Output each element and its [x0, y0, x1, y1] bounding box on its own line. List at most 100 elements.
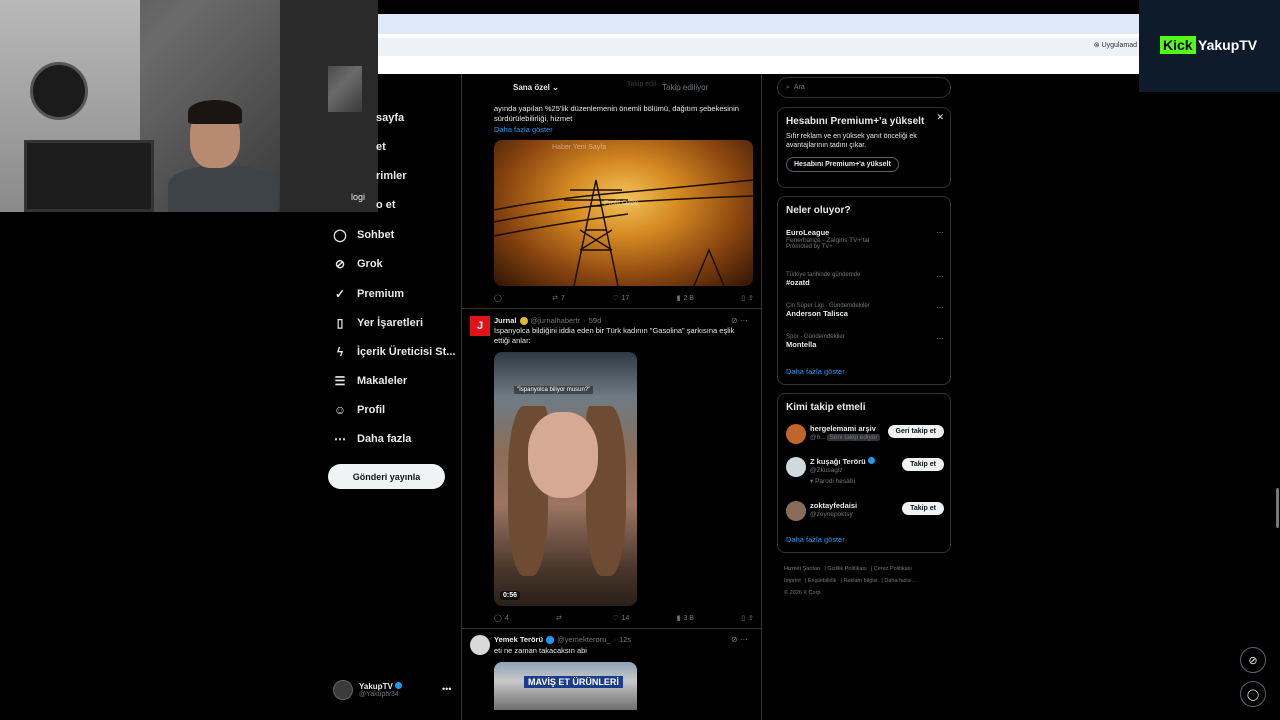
views-button[interactable]: ▮ 2 B	[677, 292, 694, 304]
scrollbar[interactable]	[1276, 488, 1279, 528]
tweet3-header: Yemek Terörü @yemekteroru_ · 12s	[494, 635, 631, 644]
jurnal-avatar[interactable]: J	[470, 316, 490, 336]
tweet3-handle[interactable]: @yemekteroru_	[557, 635, 610, 644]
follow-button[interactable]: Takip et	[902, 502, 944, 515]
trend-item[interactable]: Türkiye tarihinde gündemde #ozatd ⋯	[786, 272, 944, 287]
tweet2-time: 59d	[588, 316, 602, 325]
tab-following[interactable]: Takip ediliyor	[662, 83, 708, 92]
account-switcher[interactable]: YakupTV @Yakuptv34	[333, 680, 403, 700]
search-input[interactable]: Ara	[794, 84, 805, 91]
apps-bookmark[interactable]: Uygulamad	[1094, 41, 1137, 49]
nav-profile[interactable]: ☺ Profil	[333, 403, 385, 417]
messages-fab-icon[interactable]: ◯	[1240, 681, 1266, 707]
retweet-button[interactable]: ⇄ 7	[552, 292, 565, 304]
bookmark-button[interactable]: ▯ ⇪	[741, 612, 754, 624]
like-button[interactable]: ♡ 17	[612, 292, 629, 304]
follow-button[interactable]: Takip et	[902, 458, 944, 471]
nav-explore[interactable]: et	[376, 141, 386, 153]
premium-upgrade-button[interactable]: Hesabını Premium+'a yükselt	[786, 157, 899, 172]
tweet1-show-more[interactable]: Daha fazla göster	[494, 125, 553, 134]
tweet2-handle[interactable]: @jurnalhabertr	[531, 316, 581, 325]
tweet3-more-icon[interactable]: ⊘ ⋯	[731, 635, 748, 644]
tweet-divider	[462, 628, 761, 629]
trend-more-icon[interactable]: ⋯	[936, 272, 944, 281]
post-button[interactable]: Gönderi yayınla	[328, 464, 445, 489]
retweet-count: 7	[561, 294, 565, 302]
tweet2-author[interactable]: Jurnal	[494, 316, 517, 325]
tweet1-image[interactable]: Haber Yeni Sayfa Profil Özeti	[494, 140, 753, 286]
nav-creator-studio[interactable]: ϟ İçerik Üreticisi St...	[333, 345, 456, 359]
nav-more[interactable]: ⋯ Daha fazla	[333, 432, 411, 446]
trends-show-more[interactable]: Daha fazla göster	[786, 367, 845, 376]
yemek-terorus-avatar[interactable]	[470, 635, 490, 655]
nav-grok-label: Grok	[357, 258, 383, 270]
nav-bookmarks[interactable]: ▯ Yer İşaretleri	[333, 316, 423, 330]
nav-articles[interactable]: ☰ Makaleler	[333, 374, 408, 388]
premium-title: Hesabını Premium+'a yükselt	[786, 116, 925, 127]
chat-icon: ◯	[333, 228, 347, 242]
retweet-button[interactable]: ⇄	[556, 612, 565, 624]
tweet3-image[interactable]: MAVİŞ ET ÜRÜNLERİ	[494, 662, 637, 710]
views-button[interactable]: ▮ 3 B	[677, 612, 694, 624]
nav-grok[interactable]: ⊘ Grok	[333, 257, 383, 271]
share-icon[interactable]: ⇪	[748, 614, 754, 622]
follow-suggestion[interactable]: hergelemami arşiv @h... Seni takip ediyo…	[786, 424, 944, 446]
footer-link[interactable]: Çerez Politikası	[874, 566, 912, 572]
follows-you-badge: Seni takip ediyor	[827, 434, 880, 441]
grok-fab-icon[interactable]: ⊘	[1240, 647, 1266, 673]
nav-bookmarks-label: Yer İşaretleri	[357, 317, 424, 329]
nav-notifications[interactable]: rimler	[376, 170, 407, 182]
nav-premium[interactable]: ✓ Premium	[333, 287, 404, 301]
tab-for-you[interactable]: Sana özel ⌄	[513, 83, 559, 92]
trend-more-icon[interactable]: ⋯	[936, 334, 944, 343]
search-bar[interactable]: ⌕ Ara	[777, 77, 951, 98]
bookmark-icon: ▯	[741, 295, 746, 302]
follow-show-more[interactable]: Daha fazla göster	[786, 535, 845, 544]
footer-link[interactable]: Gizlilik Politikası	[827, 566, 866, 572]
search-icon: ⌕	[786, 83, 790, 91]
view-count: 3 B	[683, 614, 694, 622]
profile-handle: @Yakuptv34	[359, 691, 399, 698]
follow-suggestion[interactable]: zoktayfedaisi @zeynepoktsy Takip et	[786, 501, 944, 523]
views-icon: ▮	[676, 295, 681, 302]
follow-name-text: Z kuşağı Terörü	[810, 457, 866, 466]
trends-title: Neler oluyor?	[786, 205, 851, 216]
footer-link[interactable]: Hizmet Şartları	[784, 566, 820, 572]
reply-icon: ◯	[494, 615, 502, 622]
lightning-icon: ϟ	[336, 345, 344, 359]
bookmark-button[interactable]: ▯ ⇪	[741, 292, 754, 304]
trend-more-icon[interactable]: ⋯	[936, 303, 944, 312]
footer-link[interactable]: Reklam bilgisi	[843, 578, 877, 584]
browser-tab-strip	[378, 14, 1139, 34]
footer-link[interactable]: Daha fazla ...	[884, 578, 916, 584]
parody-label: ▾ Parodi hesabı	[810, 477, 855, 485]
reply-button[interactable]: ◯	[494, 292, 505, 304]
tweet2-more-icon[interactable]: ⊘ ⋯	[731, 316, 748, 325]
trend-item[interactable]: Çin Süper Ligi · Gündemdekiler Anderson …	[786, 303, 944, 318]
nav-follow[interactable]: o et	[376, 199, 396, 211]
verified-icon	[546, 635, 555, 644]
tweet3-author[interactable]: Yemek Terörü	[494, 635, 543, 644]
channel-name: YakupTV	[1198, 37, 1258, 53]
trend-item[interactable]: EuroLeague Fenerbahçe - Zalgiris TV+'tal…	[786, 228, 944, 250]
trend-more-icon[interactable]: ⋯	[936, 228, 944, 237]
reply-button[interactable]: ◯ 4	[494, 612, 509, 624]
streamer	[168, 100, 278, 212]
trend-subtitle: Fenerbahçe - Zalgiris TV+'tal	[786, 237, 870, 244]
footer-link[interactable]: Imprint	[784, 578, 801, 584]
like-button[interactable]: ♡ 14	[612, 612, 629, 624]
account-more-icon[interactable]: •••	[442, 684, 451, 694]
footer-link[interactable]: Erişilebilirlik	[808, 578, 837, 584]
copyright: © 2026 X Corp.	[784, 590, 822, 596]
follow-suggestion[interactable]: Z kuşağı Terörü @Zkusagiz ▾ Parodi hesab…	[786, 457, 944, 485]
separator-dot: ·	[583, 316, 586, 325]
nav-home[interactable]: sayfa	[376, 112, 404, 124]
follow-back-button[interactable]: Geri takip et	[887, 425, 944, 438]
nav-chat[interactable]: ◯ Sohbet	[333, 228, 394, 242]
who-to-follow-title: Kimi takip etmeli	[786, 402, 866, 413]
share-icon[interactable]: ⇪	[748, 294, 754, 302]
tweet2-video[interactable]: "İspanyolca biliyor musun?" 0:56	[494, 352, 637, 606]
close-icon[interactable]: ✕	[936, 112, 944, 123]
kick-logo: Kick	[1160, 36, 1196, 54]
trend-item[interactable]: Spor · Gündemdekiler Montella ⋯	[786, 334, 944, 349]
